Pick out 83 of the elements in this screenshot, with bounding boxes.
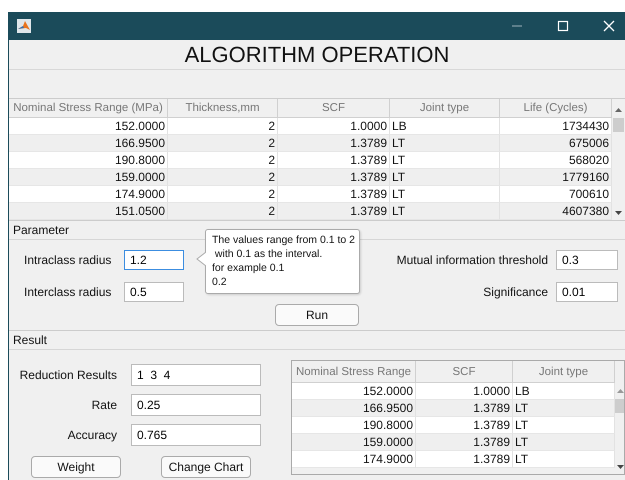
table-cell: LT	[390, 135, 500, 152]
table-cell: LT	[513, 417, 615, 434]
table-cell: LT	[390, 152, 500, 169]
page-heading: ALGORITHM OPERATION	[184, 42, 450, 68]
input-field[interactable]: 1.2	[124, 250, 184, 270]
table-cell: 1.3789	[416, 434, 513, 451]
table-cell: 2	[168, 186, 278, 203]
close-icon[interactable]	[603, 20, 615, 32]
field-label: Significance	[482, 285, 549, 299]
table-cell: 1.3789	[278, 152, 390, 169]
scroll-up-icon[interactable]	[614, 107, 623, 113]
scroll-up-icon[interactable]	[616, 388, 624, 394]
app-icon	[17, 19, 31, 33]
column-header[interactable]: Nominal Stress Range (MPa)	[9, 99, 168, 118]
table-cell: LB	[513, 383, 615, 400]
field-label: Rate	[90, 398, 118, 412]
input-field[interactable]: 0.5	[124, 282, 184, 302]
table-cell: 1779160	[500, 169, 612, 186]
table-cell: 166.9500	[9, 135, 168, 152]
scroll-thumb[interactable]	[615, 399, 624, 413]
tooltip-pointer-icon	[196, 251, 206, 267]
table-cell: 1.3789	[416, 451, 513, 468]
table-cell: 568020	[500, 152, 612, 169]
table-cell: 1.3789	[278, 203, 390, 220]
column-header[interactable]: SCF	[278, 99, 390, 118]
table-cell: LB	[390, 118, 500, 135]
table-cell: 2	[168, 152, 278, 169]
table-cell: LT	[390, 169, 500, 186]
column-header[interactable]: SCF	[416, 361, 513, 383]
table-cell: LT	[513, 400, 615, 417]
column-header[interactable]: Joint type	[513, 361, 615, 383]
table-cell: LT	[513, 451, 615, 468]
input-field[interactable]: 0.3	[556, 250, 618, 270]
table-cell: 1.3789	[416, 417, 513, 434]
table-cell: 152.0000	[9, 118, 168, 135]
table-cell: 2	[168, 203, 278, 220]
field-label: Reduction Results	[18, 368, 118, 382]
input-field[interactable]: 0.765	[131, 424, 261, 446]
table-cell: 700610	[500, 186, 612, 203]
table-cell: LT	[513, 434, 615, 451]
scroll-thumb[interactable]	[613, 118, 624, 132]
table-cell: 190.8000	[292, 417, 416, 434]
column-header[interactable]: Nominal Stress Range	[292, 361, 416, 383]
scroll-down-icon[interactable]	[614, 210, 623, 216]
table-cell: 166.9500	[292, 400, 416, 417]
table-cell: 1734430	[500, 118, 612, 135]
table-cell: 2	[168, 169, 278, 186]
table-cell: 1.3789	[278, 135, 390, 152]
input-field[interactable]: 1 3 4	[131, 364, 261, 386]
table-cell: LT	[390, 203, 500, 220]
run-button[interactable]: Run	[275, 304, 359, 326]
table-cell: 4607380	[500, 203, 612, 220]
table-cell: LT	[390, 186, 500, 203]
field-label: Intraclass radius	[24, 253, 112, 267]
table-cell: 1.3789	[278, 169, 390, 186]
input-field[interactable]: 0.01	[556, 282, 618, 302]
field-label: Mutual information threshold	[396, 253, 549, 267]
table-cell: 1.3789	[278, 186, 390, 203]
input-field[interactable]: 0.25	[131, 394, 261, 416]
table-cell: 152.0000	[292, 383, 416, 400]
table-cell: 190.8000	[9, 152, 168, 169]
table-cell: 174.9000	[292, 451, 416, 468]
panel-title: Result	[9, 331, 625, 350]
table-cell: 159.0000	[292, 434, 416, 451]
column-header[interactable]: Thickness,mm	[168, 99, 278, 118]
table-cell: 2	[168, 135, 278, 152]
field-label: Interclass radius	[24, 285, 112, 299]
table-cell: 1.3789	[416, 400, 513, 417]
action-button[interactable]: Weight	[31, 456, 121, 478]
tooltip: The values range from 0.1 to 2 with 0.1 as the interval. for example 0.1 0.2	[205, 229, 360, 294]
table-cell: 151.0500	[9, 203, 168, 220]
table-cell: 1.0000	[416, 383, 513, 400]
column-header[interactable]: Life (Cycles)	[500, 99, 612, 118]
table-cell: 159.0000	[9, 169, 168, 186]
table-cell: 1.0000	[278, 118, 390, 135]
table-cell: 2	[168, 118, 278, 135]
scroll-down-icon[interactable]	[616, 464, 624, 470]
table-cell: 174.9000	[9, 186, 168, 203]
maximize-icon[interactable]	[557, 20, 569, 32]
action-button[interactable]: Change Chart	[161, 456, 251, 478]
table-cell: 675006	[500, 135, 612, 152]
field-label: Accuracy	[66, 428, 118, 442]
column-header[interactable]: Joint type	[390, 99, 500, 118]
